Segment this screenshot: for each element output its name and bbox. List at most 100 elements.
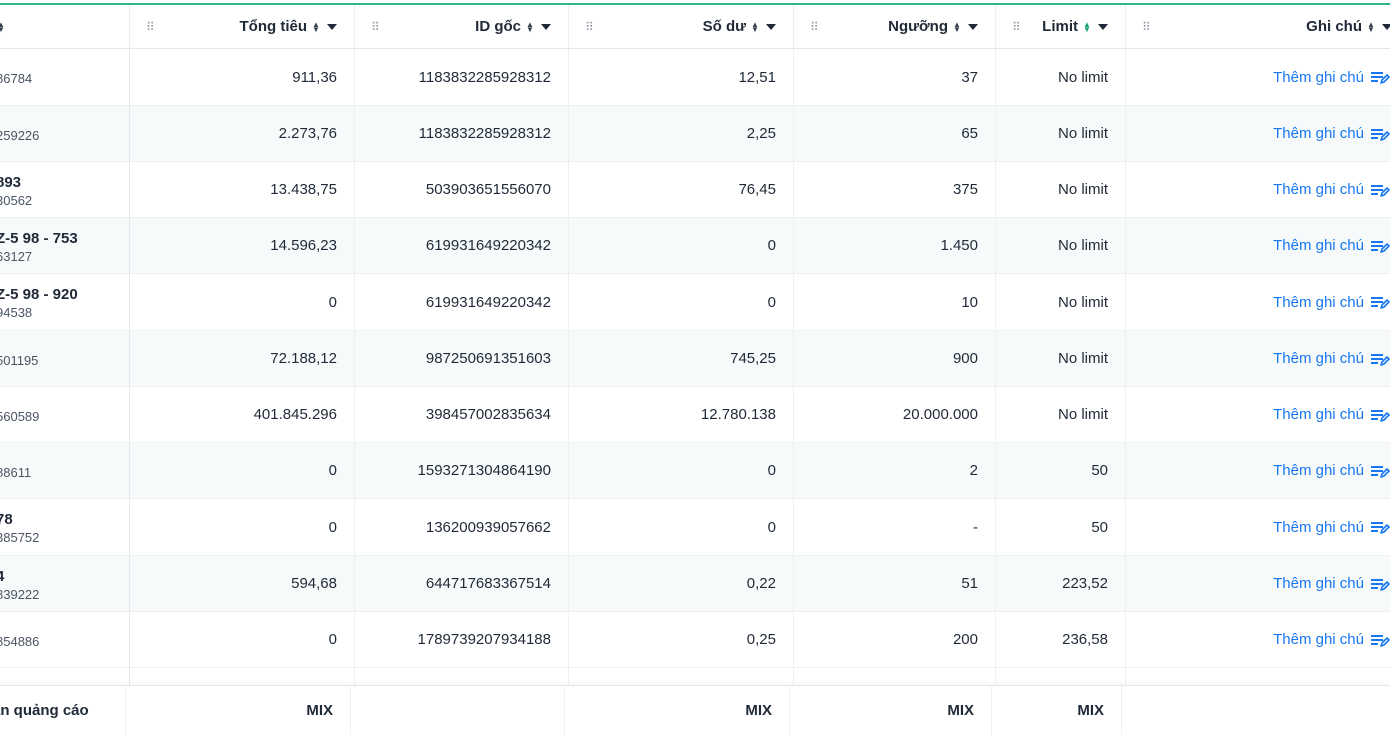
edit-note-icon[interactable] — [1370, 576, 1390, 592]
account-name: 4 — [0, 568, 39, 586]
add-note-label: Thêm ghi chú — [1273, 125, 1364, 142]
table-row[interactable]: 88611015932713048641900250Thêm ghi chú — [0, 443, 1390, 499]
add-note-label: Thêm ghi chú — [1273, 631, 1364, 648]
threshold-cell: 20.000.000 — [794, 387, 996, 442]
table-row[interactable]: 854886 0 1789739207934188 0,25 200 236,58 Thêm… — [0, 612, 1390, 668]
edit-note-icon[interactable] — [1370, 126, 1390, 142]
limit-cell: No limit — [996, 106, 1126, 161]
add-note-link[interactable]: Thêm ghi chú — [1273, 575, 1390, 592]
header-label: ID gốc — [475, 18, 521, 35]
add-note-link[interactable]: Thêm ghi chú — [1273, 406, 1390, 423]
account-cell[interactable]: 4839222 — [0, 556, 130, 611]
sort-icon[interactable]: ▲▼ — [0, 20, 5, 33]
header-note[interactable]: ⠿ Ghi chú ▲ ▼ — [1126, 5, 1390, 48]
root-id-cell: 136200939057662 — [355, 499, 569, 555]
add-note-link[interactable]: Thêm ghi chú — [1273, 181, 1390, 198]
drag-handle-icon[interactable]: ⠿ — [371, 21, 380, 33]
sort-icon[interactable]: ▲▼ — [312, 20, 320, 33]
balance-cell: 0,22 — [569, 556, 794, 611]
sort-icon[interactable]: ▲▼ — [751, 20, 759, 33]
table-row[interactable]: Z-5 98 - 7536312714.596,2361993164922034… — [0, 218, 1390, 274]
edit-note-icon[interactable] — [1370, 294, 1390, 310]
edit-note-icon[interactable] — [1370, 182, 1390, 198]
edit-note-icon[interactable] — [1370, 632, 1390, 648]
limit-cell: No limit — [996, 387, 1126, 442]
filter-dropdown-icon[interactable] — [541, 23, 551, 30]
table-row[interactable]: 86784 911,36118383228592831212,5137No lim… — [0, 49, 1390, 106]
account-id: 854886 — [0, 633, 40, 649]
account-cell[interactable]: 88611 — [0, 443, 130, 498]
add-note-link[interactable]: Thêm ghi chú — [1273, 69, 1390, 86]
add-note-link[interactable]: Thêm ghi chú — [1273, 294, 1390, 311]
account-id: 259226 — [0, 127, 40, 143]
sort-icon-active[interactable]: ▲ ▼ — [1083, 20, 1091, 33]
add-note-label: Thêm ghi chú — [1273, 68, 1364, 86]
account-cell[interactable]: 854886 — [0, 612, 130, 667]
account-cell[interactable]: 78 385752 — [0, 499, 130, 555]
table-row[interactable]: 7838575201362009390576620-50Thêm ghi chú — [0, 499, 1390, 556]
account-cell[interactable]: 89330562 — [0, 162, 130, 217]
add-note-link[interactable]: Thêm ghi chú — [1273, 631, 1390, 648]
drag-handle-icon[interactable]: ⠿ — [1142, 21, 1151, 33]
header-limit[interactable]: ⠿ Limit ▲ ▼ — [996, 5, 1126, 48]
add-note-link[interactable]: Thêm ghi chú — [1273, 519, 1390, 536]
account-id: 94538 — [0, 305, 33, 320]
sort-icon[interactable]: ▲▼ — [526, 20, 534, 33]
balance-cell: 745,25 — [569, 331, 794, 386]
add-note-link[interactable]: Thêm ghi chú — [1273, 237, 1390, 254]
threshold-cell: 2 — [794, 443, 996, 498]
drag-handle-icon[interactable]: ⠿ — [1012, 21, 1021, 33]
account-id: 30562 — [0, 192, 33, 208]
header-label: Limit — [1042, 18, 1078, 35]
add-note-link[interactable]: Thêm ghi chú — [1273, 462, 1390, 479]
edit-note-icon[interactable] — [1370, 238, 1390, 254]
sort-icon[interactable]: ▲▼ — [953, 20, 961, 33]
header-root-id[interactable]: ⠿ ID gốc ▲ ▼ — [355, 5, 569, 48]
drag-handle-icon[interactable]: ⠿ — [810, 21, 819, 33]
account-id: 501195 — [0, 352, 39, 368]
total-spend-cell: 0 — [130, 612, 355, 667]
account-cell[interactable]: 86784 — [0, 49, 130, 105]
edit-note-icon[interactable] — [1370, 69, 1390, 85]
root-id-cell: 503903651556070 — [355, 162, 569, 217]
edit-note-icon[interactable] — [1370, 407, 1390, 423]
balance-cell: 0 — [569, 499, 794, 555]
table-row[interactable]: Z-5 98 - 920945380619931649220342010No l… — [0, 274, 1390, 331]
table-row[interactable]: 4839222594,686447176833675140,2251223,52… — [0, 556, 1390, 612]
filter-dropdown-icon[interactable] — [1382, 23, 1390, 30]
table-row[interactable]: 259226 2.273,76 1183832285928312 2,25 65 No l… — [0, 106, 1390, 162]
account-cell[interactable]: Z-5 98 - 920 94538 — [0, 274, 130, 330]
table-row[interactable]: 501195 72.188,12 987250691351603 745,25 900 N… — [0, 331, 1390, 387]
filter-dropdown-icon[interactable] — [766, 23, 776, 30]
header-account-col[interactable]: ▲▼ — [0, 5, 130, 48]
root-id-cell: 1183832285928312 — [355, 106, 569, 161]
filter-dropdown-icon[interactable] — [1098, 23, 1108, 30]
limit-cell: 236,58 — [996, 612, 1126, 667]
note-cell: Thêm ghi chú — [1126, 443, 1390, 498]
filter-dropdown-icon[interactable] — [968, 23, 978, 30]
edit-note-icon[interactable] — [1370, 463, 1390, 479]
filter-dropdown-icon[interactable] — [327, 23, 337, 30]
header-total-spend[interactable]: ⠿ Tổng tiêu ▲ ▼ — [130, 5, 355, 48]
edit-note-icon[interactable] — [1370, 519, 1390, 535]
header-threshold[interactable]: ⠿ Ngưỡng ▲ ▼ — [794, 5, 996, 48]
account-cell[interactable]: Z-5 98 - 75363127 — [0, 218, 130, 273]
table-row[interactable]: 8933056213.438,7550390365155607076,45375… — [0, 162, 1390, 218]
drag-handle-icon[interactable]: ⠿ — [146, 21, 155, 33]
balance-cell: 0 — [569, 274, 794, 330]
footer-threshold: MIX — [790, 686, 992, 735]
add-note-link[interactable]: Thêm ghi chú — [1273, 350, 1390, 367]
table-row[interactable]: 560589 401.845.296 398457002835634 12.780.1… — [0, 387, 1390, 443]
add-note-label: Thêm ghi chú — [1273, 518, 1364, 536]
add-note-link[interactable]: Thêm ghi chú — [1273, 125, 1390, 142]
edit-note-icon[interactable] — [1370, 351, 1390, 367]
account-cell[interactable]: 259226 — [0, 106, 130, 161]
add-note-label: Thêm ghi chú — [1273, 350, 1364, 367]
account-cell[interactable]: 560589 — [0, 387, 130, 442]
header-balance[interactable]: ⠿ Số dư ▲ ▼ — [569, 5, 794, 48]
drag-handle-icon[interactable]: ⠿ — [585, 21, 594, 33]
note-cell: Thêm ghi chú — [1126, 499, 1390, 555]
account-cell[interactable]: 501195 — [0, 331, 130, 386]
sort-icon[interactable]: ▲▼ — [1367, 20, 1375, 33]
threshold-cell: - — [794, 499, 996, 555]
